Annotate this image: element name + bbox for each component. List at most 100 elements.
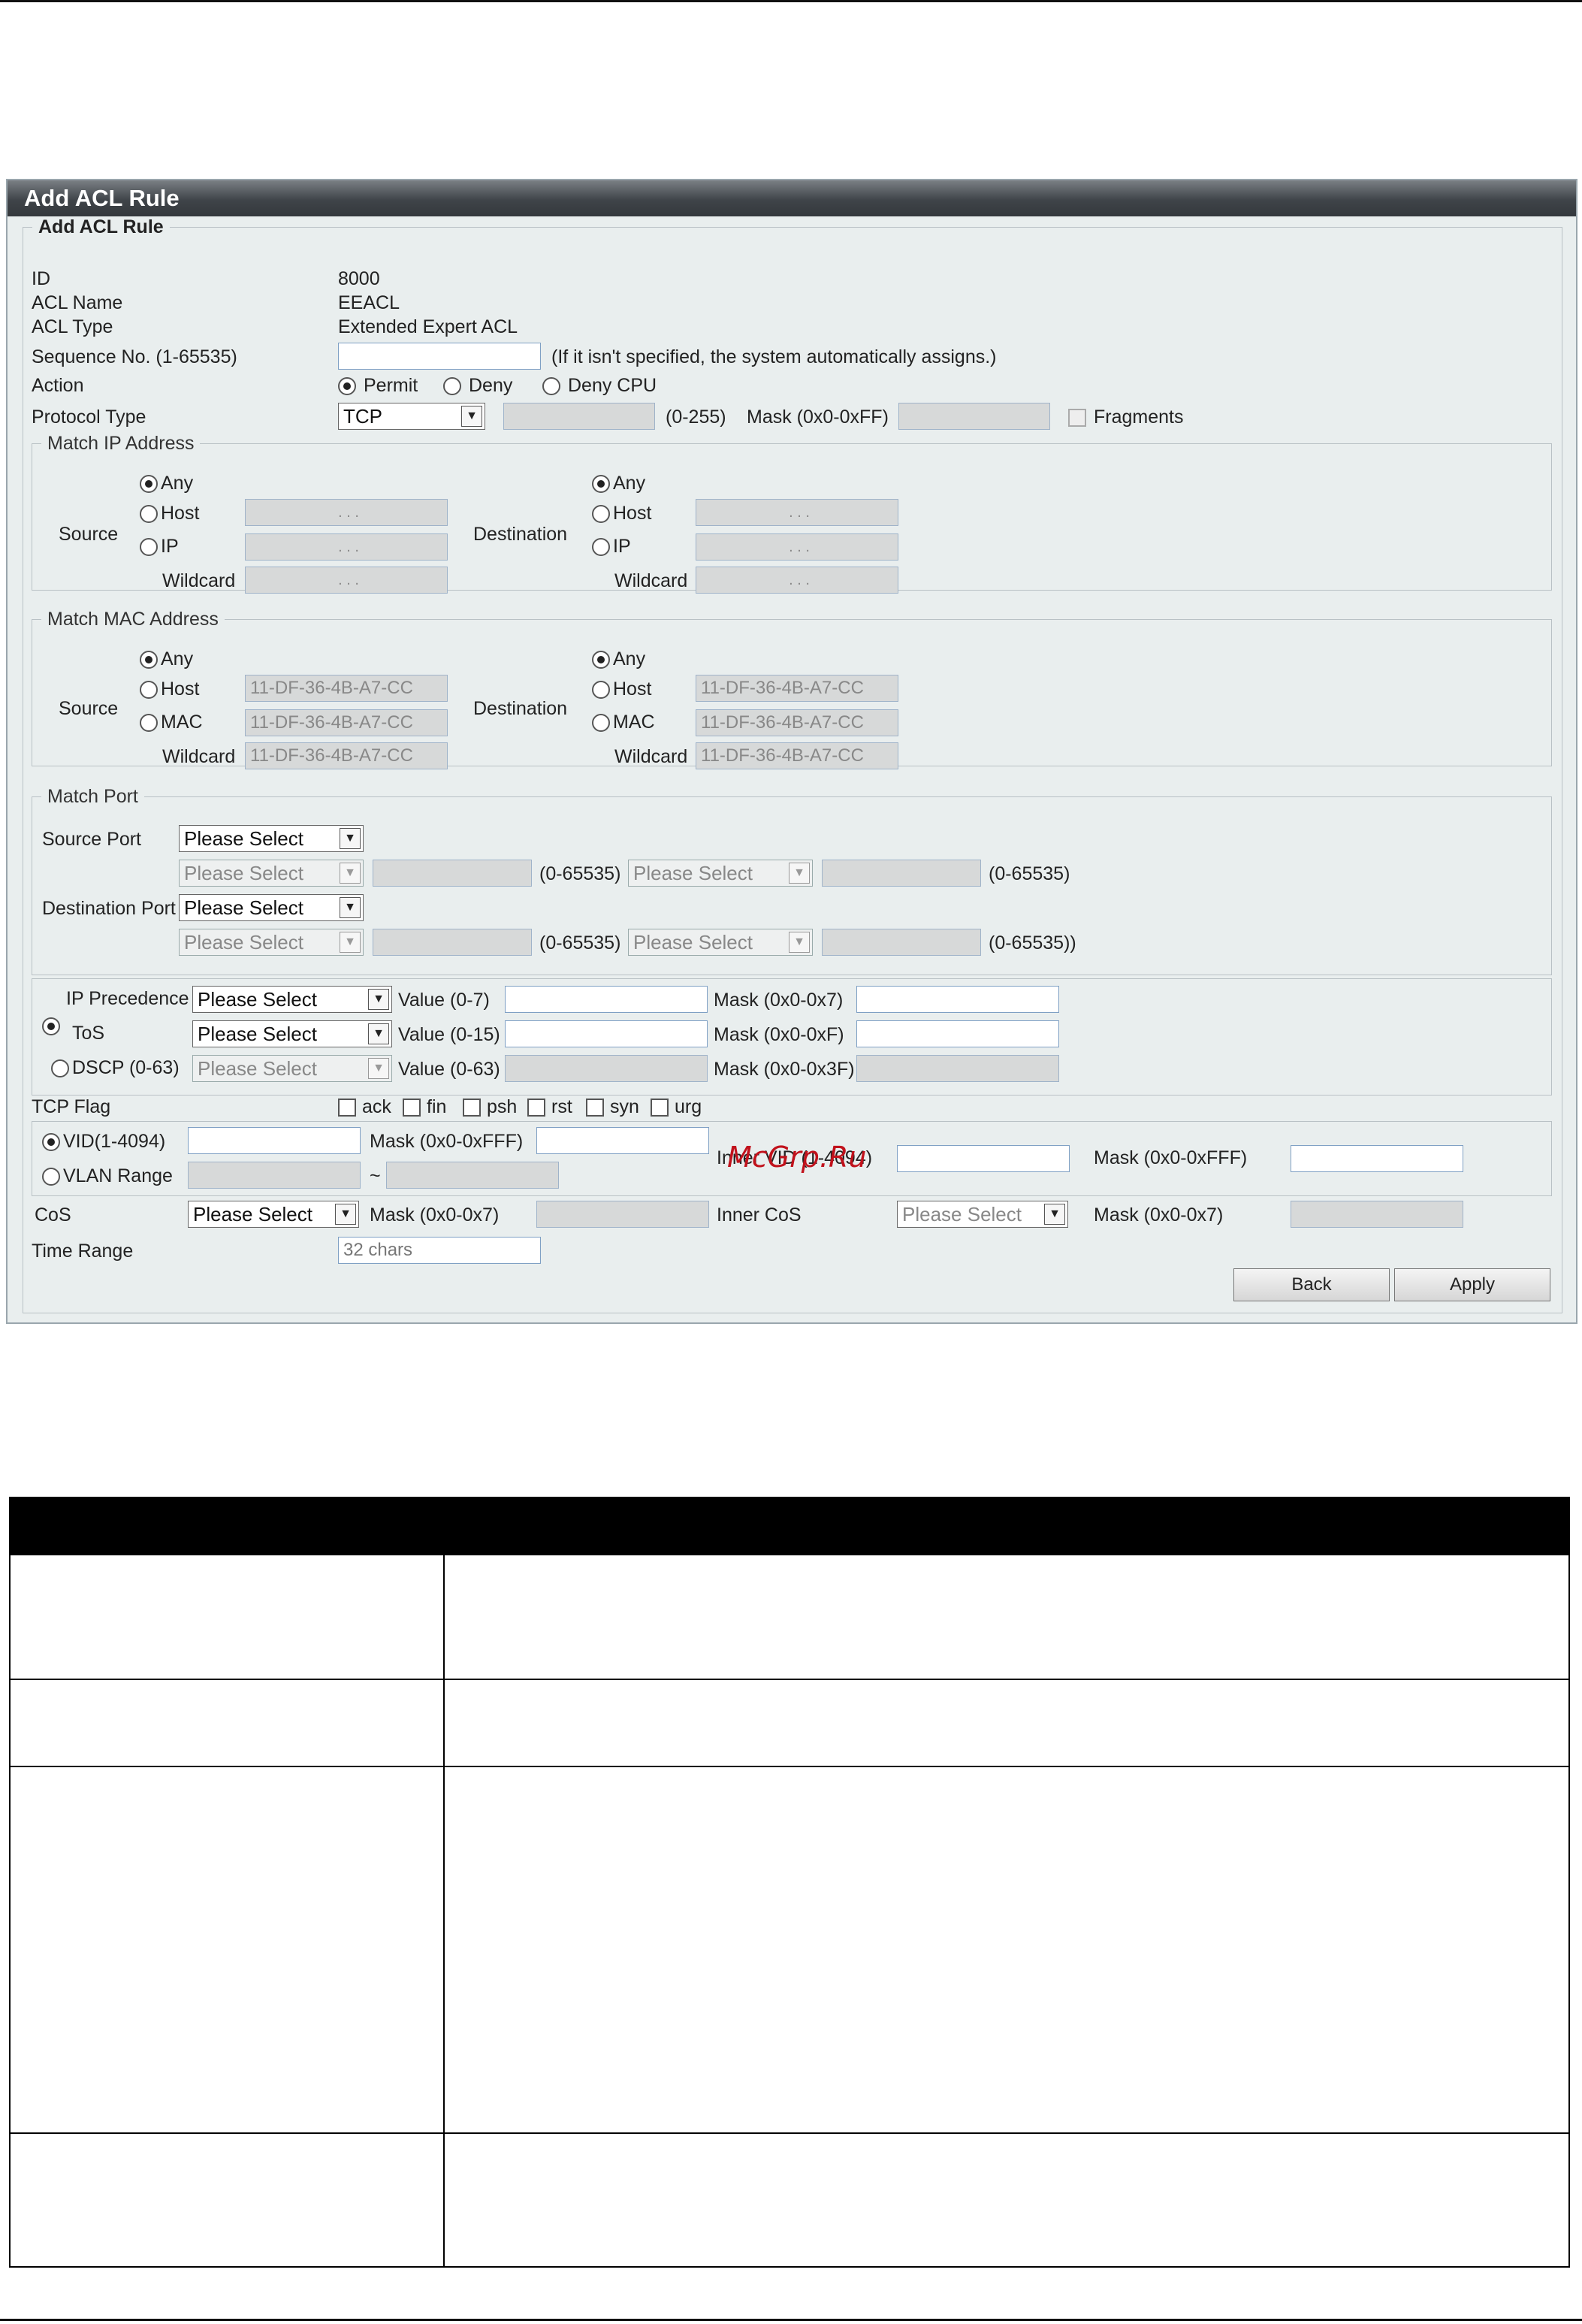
add-acl-rule-window: Add ACL Rule Add ACL Rule ID 8000 ACL Na… — [6, 179, 1577, 1324]
tcp-flag-rst-checkbox[interactable] — [527, 1099, 545, 1117]
acl-name-value: EEACL — [338, 292, 400, 313]
source-port-range-hint-1: (0-65535) — [539, 863, 621, 884]
dst-mac-host-input: 11-DF-36-4B-A7-CC — [696, 675, 898, 702]
inner-vid-input[interactable] — [897, 1145, 1070, 1172]
tos-select[interactable]: Please Select ▼ — [192, 1020, 392, 1047]
tos-mask-input[interactable] — [856, 1020, 1059, 1047]
action-deny-cpu-label: Deny CPU — [568, 375, 657, 396]
vid-mask-input[interactable] — [536, 1127, 709, 1154]
vlan-range-start-input — [188, 1162, 361, 1189]
destination-port-operator-select[interactable]: Please Select ▼ — [179, 894, 364, 921]
chevron-down-icon: ▼ — [340, 897, 361, 918]
back-button[interactable]: Back — [1233, 1268, 1390, 1301]
dst-ip-ip-radio[interactable] — [592, 538, 610, 556]
protocol-id-input — [503, 403, 655, 430]
tcp-flag-urg-checkbox[interactable] — [651, 1099, 669, 1117]
dst-mac-any-radio[interactable] — [592, 651, 610, 669]
source-port-select-1: Please Select ▼ — [179, 860, 364, 887]
src-ip-host-radio[interactable] — [140, 505, 158, 523]
parameter-description-table — [9, 1497, 1570, 2268]
protocol-type-select[interactable]: TCP ▼ — [338, 403, 485, 430]
tcp-flag-ack-label: ack — [362, 1096, 391, 1117]
destination-port-select-2: Please Select ▼ — [628, 929, 813, 956]
select-value: Please Select — [184, 931, 303, 953]
vid-radio[interactable] — [42, 1133, 60, 1151]
src-ip-any-radio[interactable] — [140, 475, 158, 493]
vlan-range-label: VLAN Range — [63, 1165, 173, 1186]
dst-ip-host-radio[interactable] — [592, 505, 610, 523]
tcp-flag-rst-label: rst — [551, 1096, 572, 1117]
apply-button[interactable]: Apply — [1394, 1268, 1550, 1301]
vlan-range-tilde: ~ — [370, 1165, 381, 1186]
select-value: Please Select — [198, 1023, 317, 1045]
fieldset-legend: Add ACL Rule — [38, 216, 164, 237]
ip-precedence-select[interactable]: Please Select ▼ — [192, 986, 392, 1013]
dst-ip-ip-input: . . . — [696, 533, 898, 561]
vlan-range-radio[interactable] — [42, 1168, 60, 1186]
src-mac-mac-radio[interactable] — [140, 714, 158, 732]
protocol-range-hint: (0-255) — [666, 406, 726, 428]
src-mac-host-radio[interactable] — [140, 681, 158, 699]
dst-ip-host-label: Host — [613, 503, 652, 524]
select-value: Please Select — [184, 827, 303, 850]
dst-mac-mac-radio[interactable] — [592, 714, 610, 732]
select-value: Please Select — [184, 862, 303, 884]
table-row — [9, 2132, 1570, 2268]
cos-select[interactable]: Please Select ▼ — [188, 1201, 359, 1228]
dscp-radio[interactable] — [51, 1059, 69, 1077]
tcp-flag-ack-checkbox[interactable] — [338, 1099, 356, 1117]
select-value: Please Select — [902, 1203, 1022, 1225]
tcp-flag-psh-checkbox[interactable] — [463, 1099, 481, 1117]
dscp-value-label: Value (0-63) — [398, 1059, 500, 1080]
action-deny-radio[interactable] — [443, 377, 461, 395]
tcp-flag-fin-label: fin — [427, 1096, 447, 1117]
protocol-type-value: TCP — [343, 405, 382, 428]
dst-mac-wildcard-label: Wildcard — [614, 746, 688, 767]
table-cell — [443, 2132, 1570, 2268]
dst-ip-any-radio[interactable] — [592, 475, 610, 493]
protocol-type-label: Protocol Type — [32, 406, 146, 428]
dscp-value-input — [505, 1055, 708, 1082]
source-port-operator-select[interactable]: Please Select ▼ — [179, 825, 364, 852]
sequence-input[interactable] — [338, 343, 541, 370]
src-ip-wildcard-input: . . . — [245, 567, 448, 594]
table-header-cell — [9, 1497, 445, 1555]
table-cell — [443, 1766, 1570, 2134]
src-mac-mac-label: MAC — [161, 712, 203, 733]
vid-input[interactable] — [188, 1127, 361, 1154]
chevron-down-icon: ▼ — [368, 1023, 389, 1044]
dst-mac-mac-input: 11-DF-36-4B-A7-CC — [696, 709, 898, 736]
select-value: Please Select — [633, 931, 753, 953]
tos-label: ToS — [72, 1023, 105, 1044]
tos-value-input[interactable] — [505, 1020, 708, 1047]
action-permit-radio[interactable] — [338, 377, 356, 395]
ip-precedence-mask-input[interactable] — [856, 986, 1059, 1013]
dst-ip-wildcard-label: Wildcard — [614, 570, 688, 591]
src-ip-host-input: . . . — [245, 499, 448, 526]
time-range-input[interactable]: 32 chars — [338, 1237, 541, 1264]
tos-value-label: Value (0-15) — [398, 1024, 500, 1045]
source-port-select-2: Please Select ▼ — [628, 860, 813, 887]
src-mac-wildcard-label: Wildcard — [162, 746, 236, 767]
match-ip-legend: Match IP Address — [47, 433, 195, 454]
src-mac-any-label: Any — [161, 648, 194, 669]
inner-cos-select[interactable]: Please Select ▼ — [897, 1201, 1068, 1228]
select-value: Please Select — [193, 1203, 312, 1225]
tcp-flag-fin-checkbox[interactable] — [403, 1099, 421, 1117]
ip-precedence-value-input[interactable] — [505, 986, 708, 1013]
source-port-range-hint-2: (0-65535) — [989, 863, 1070, 884]
tcp-flag-syn-checkbox[interactable] — [586, 1099, 604, 1117]
match-mac-legend: Match MAC Address — [47, 609, 219, 630]
action-deny-cpu-radio[interactable] — [542, 377, 560, 395]
src-ip-wildcard-label: Wildcard — [162, 570, 236, 591]
source-port-input-2 — [822, 860, 981, 887]
vid-mask-label: Mask (0x0-0xFFF) — [370, 1131, 524, 1152]
table-row — [9, 1679, 1570, 1767]
src-ip-ip-radio[interactable] — [140, 538, 158, 556]
dscp-mask-input — [856, 1055, 1059, 1082]
src-mac-any-radio[interactable] — [140, 651, 158, 669]
source-port-label: Source Port — [42, 829, 142, 850]
inner-vid-mask-input[interactable] — [1291, 1145, 1463, 1172]
ip-precedence-radio[interactable] — [42, 1017, 60, 1035]
dst-mac-host-radio[interactable] — [592, 681, 610, 699]
